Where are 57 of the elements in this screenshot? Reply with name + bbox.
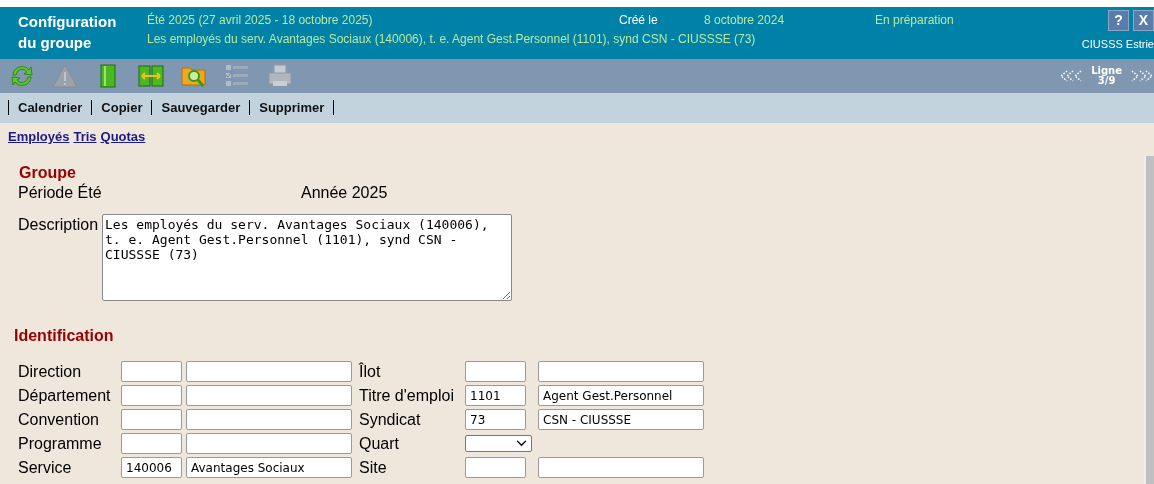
year-label: Année 2025 [301, 184, 388, 202]
name-field[interactable] [538, 361, 704, 382]
code-field[interactable] [121, 433, 182, 454]
help-button[interactable]: ? [1108, 9, 1129, 31]
scrollbar[interactable] [1144, 156, 1154, 484]
tab-link[interactable]: Tris [73, 129, 97, 144]
name-field[interactable] [538, 457, 704, 478]
code-field[interactable] [121, 361, 182, 382]
code-field[interactable] [121, 409, 182, 430]
menu-item[interactable]: Copier [101, 100, 143, 116]
name-field[interactable] [186, 385, 352, 406]
field-label: Programme [18, 434, 103, 453]
field-label: Quart [359, 434, 400, 453]
created-date: 8 octobre 2024 [704, 12, 786, 27]
field-label: Direction [18, 362, 83, 381]
previous-icon[interactable] [1059, 68, 1084, 83]
field-label: Syndicat [359, 410, 422, 429]
menu-item[interactable]: Supprimer [259, 100, 325, 116]
tab-link[interactable]: Quotas [100, 129, 146, 144]
field-label: Îlot [359, 362, 382, 381]
row-position: 3/9 [1097, 75, 1116, 86]
name-field[interactable] [186, 409, 352, 430]
section-heading: Identification [14, 327, 115, 345]
name-field[interactable] [186, 361, 352, 382]
code-field[interactable] [121, 385, 182, 406]
status-text: En préparation [875, 12, 954, 27]
name-field[interactable]: Agent Gest.Personnel [538, 385, 704, 406]
field-label: Site [359, 458, 388, 477]
name-field[interactable]: Avantages Sociaux [186, 457, 352, 478]
period-text: Été 2025 (27 avril 2025 - 18 octobre 2025) [147, 12, 374, 27]
close-button[interactable]: X [1133, 9, 1154, 31]
page-title: Configuration du groupe [17, 11, 118, 53]
menu-item[interactable]: Sauvegarder [161, 100, 241, 116]
organization-name: CIUSSS Estrie [1081, 37, 1154, 50]
field-label: Titre d'emploi [359, 386, 455, 405]
section-heading: Groupe [19, 164, 77, 182]
group-description: Les employés du serv. Avantages Sociaux (140006), t. e. Agent Gest.Personnel (1101), synd CSN - CIUSSSE (73) [147, 31, 757, 46]
dropdown[interactable] [465, 435, 532, 452]
period-label: Période Été [18, 184, 103, 202]
code-field[interactable] [465, 457, 526, 478]
description-field[interactable]: Les employés du serv. Avantages Sociaux (140006), t. e. Agent Gest.Personnel (1101), synd CSN - CIUSSSE (73) [102, 214, 513, 301]
caret-icon [516, 440, 527, 447]
name-field[interactable] [186, 433, 352, 454]
next-icon[interactable] [1130, 68, 1154, 83]
field-label: Département [18, 386, 112, 405]
menu-item[interactable]: Calendrier [18, 100, 83, 116]
field-label: Convention [18, 410, 100, 429]
row-label: Ligne [1091, 65, 1122, 76]
code-field[interactable]: 1101 [465, 385, 526, 406]
code-field[interactable]: 140006 [121, 457, 182, 478]
tab-link[interactable]: Employés [8, 129, 70, 144]
field-label: Service [18, 458, 73, 477]
name-field[interactable]: CSN - CIUSSSE [538, 409, 704, 430]
field-label: Description [18, 216, 99, 234]
code-field[interactable]: 73 [465, 409, 526, 430]
created-label: Créé le [619, 12, 659, 27]
code-field[interactable] [465, 361, 526, 382]
